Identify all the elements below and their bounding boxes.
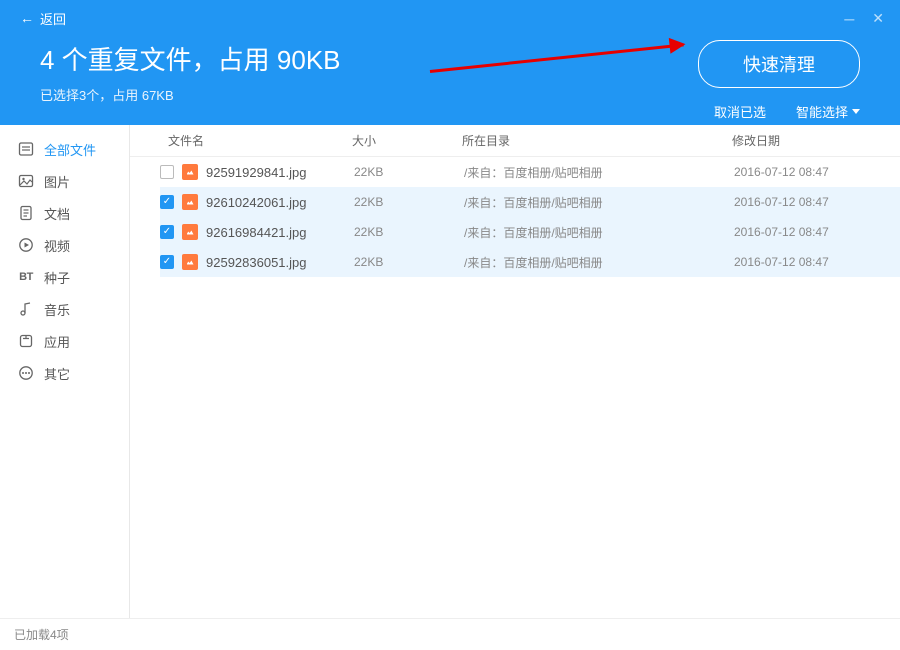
file-date: 2016-07-12 08:47 — [734, 195, 900, 209]
main-panel: 文件名 大小 所在目录 修改日期 92591929841.jpg 22KB /来… — [130, 125, 900, 618]
sidebar-item-mus[interactable]: 音乐 — [0, 293, 129, 325]
row-checkbox[interactable] — [160, 225, 174, 239]
sidebar-item-label: 其它 — [44, 364, 70, 383]
sidebar-item-label: 文档 — [44, 204, 70, 223]
row-checkbox[interactable] — [160, 165, 174, 179]
image-file-icon — [182, 194, 198, 210]
smart-select-label: 智能选择 — [796, 102, 848, 121]
list-icon — [18, 141, 34, 157]
file-size: 22KB — [354, 165, 464, 179]
minimize-button[interactable]: ─ — [844, 11, 854, 27]
table-row[interactable]: 92610242061.jpg 22KB /来自：百度相册/贴吧相册 2016-… — [160, 187, 900, 217]
image-file-icon — [182, 254, 198, 270]
file-location: /来自：百度相册/贴吧相册 — [464, 224, 734, 241]
more-icon — [18, 365, 34, 381]
header: ← 返回 ─ ✕ 4 个重复文件，占用 90KB 已选择3个，占用 67KB 快… — [0, 0, 900, 125]
sidebar-item-label: 应用 — [44, 332, 70, 351]
file-location: /来自：百度相册/贴吧相册 — [464, 164, 734, 181]
file-name: 92616984421.jpg — [206, 225, 307, 240]
sidebar-item-label: 视频 — [44, 236, 70, 255]
file-name: 92592836051.jpg — [206, 255, 307, 270]
table-row[interactable]: 92591929841.jpg 22KB /来自：百度相册/贴吧相册 2016-… — [160, 157, 900, 187]
sidebar-item-label: 全部文件 — [44, 140, 96, 159]
sidebar-item-label: 音乐 — [44, 300, 70, 319]
column-header-date[interactable]: 修改日期 — [732, 132, 888, 149]
content: 全部文件 图片 文档 视频 BT 种子 音乐 应用 其它 文件名 大小 所在目录 … — [0, 125, 900, 618]
page-title: 4 个重复文件，占用 90KB — [40, 40, 341, 77]
bt-icon: BT — [18, 269, 34, 285]
table-header: 文件名 大小 所在目录 修改日期 — [130, 125, 900, 157]
file-size: 22KB — [354, 255, 464, 269]
app-icon — [18, 333, 34, 349]
play-icon — [18, 237, 34, 253]
arrow-left-icon: ← — [20, 10, 34, 26]
back-label: 返回 — [40, 9, 66, 28]
file-size: 22KB — [354, 195, 464, 209]
chevron-down-icon — [852, 109, 860, 114]
column-header-size[interactable]: 大小 — [352, 132, 462, 149]
quick-clean-button[interactable]: 快速清理 — [698, 40, 860, 88]
sidebar-item-img[interactable]: 图片 — [0, 165, 129, 197]
file-date: 2016-07-12 08:47 — [734, 165, 900, 179]
table-row[interactable]: 92616984421.jpg 22KB /来自：百度相册/贴吧相册 2016-… — [160, 217, 900, 247]
column-header-location[interactable]: 所在目录 — [462, 132, 732, 149]
sidebar-item-doc[interactable]: 文档 — [0, 197, 129, 229]
file-name: 92610242061.jpg — [206, 195, 307, 210]
row-checkbox[interactable] — [160, 195, 174, 209]
file-location: /来自：百度相册/贴吧相册 — [464, 254, 734, 271]
selection-summary: 已选择3个，占用 67KB — [40, 85, 341, 104]
document-icon — [18, 205, 34, 221]
status-bar: 已加载4项 — [0, 618, 900, 650]
smart-select-dropdown[interactable]: 智能选择 — [796, 102, 860, 121]
file-name: 92591929841.jpg — [206, 165, 307, 180]
image-file-icon — [182, 224, 198, 240]
sidebar-item-all[interactable]: 全部文件 — [0, 133, 129, 165]
sidebar-item-app[interactable]: 应用 — [0, 325, 129, 357]
titlebar: ← 返回 ─ ✕ — [20, 0, 880, 30]
file-date: 2016-07-12 08:47 — [734, 225, 900, 239]
loaded-count: 已加载4项 — [14, 626, 69, 643]
sidebar-item-label: 种子 — [44, 268, 70, 287]
row-checkbox[interactable] — [160, 255, 174, 269]
sidebar-item-label: 图片 — [44, 172, 70, 191]
sidebar-item-vid[interactable]: 视频 — [0, 229, 129, 261]
image-file-icon — [182, 164, 198, 180]
back-button[interactable]: ← 返回 — [20, 9, 66, 28]
sidebar: 全部文件 图片 文档 视频 BT 种子 音乐 应用 其它 — [0, 125, 130, 618]
file-location: /来自：百度相册/贴吧相册 — [464, 194, 734, 211]
image-icon — [18, 173, 34, 189]
window-controls: ─ ✕ — [844, 10, 884, 27]
table-row[interactable]: 92592836051.jpg 22KB /来自：百度相册/贴吧相册 2016-… — [160, 247, 900, 277]
close-button[interactable]: ✕ — [872, 10, 884, 27]
cancel-selected-link[interactable]: 取消已选 — [714, 102, 766, 121]
file-list: 92591929841.jpg 22KB /来自：百度相册/贴吧相册 2016-… — [130, 157, 900, 277]
sidebar-item-bt[interactable]: BT 种子 — [0, 261, 129, 293]
column-header-name[interactable]: 文件名 — [142, 132, 352, 149]
sidebar-item-oth[interactable]: 其它 — [0, 357, 129, 389]
file-size: 22KB — [354, 225, 464, 239]
music-icon — [18, 301, 34, 317]
file-date: 2016-07-12 08:47 — [734, 255, 900, 269]
